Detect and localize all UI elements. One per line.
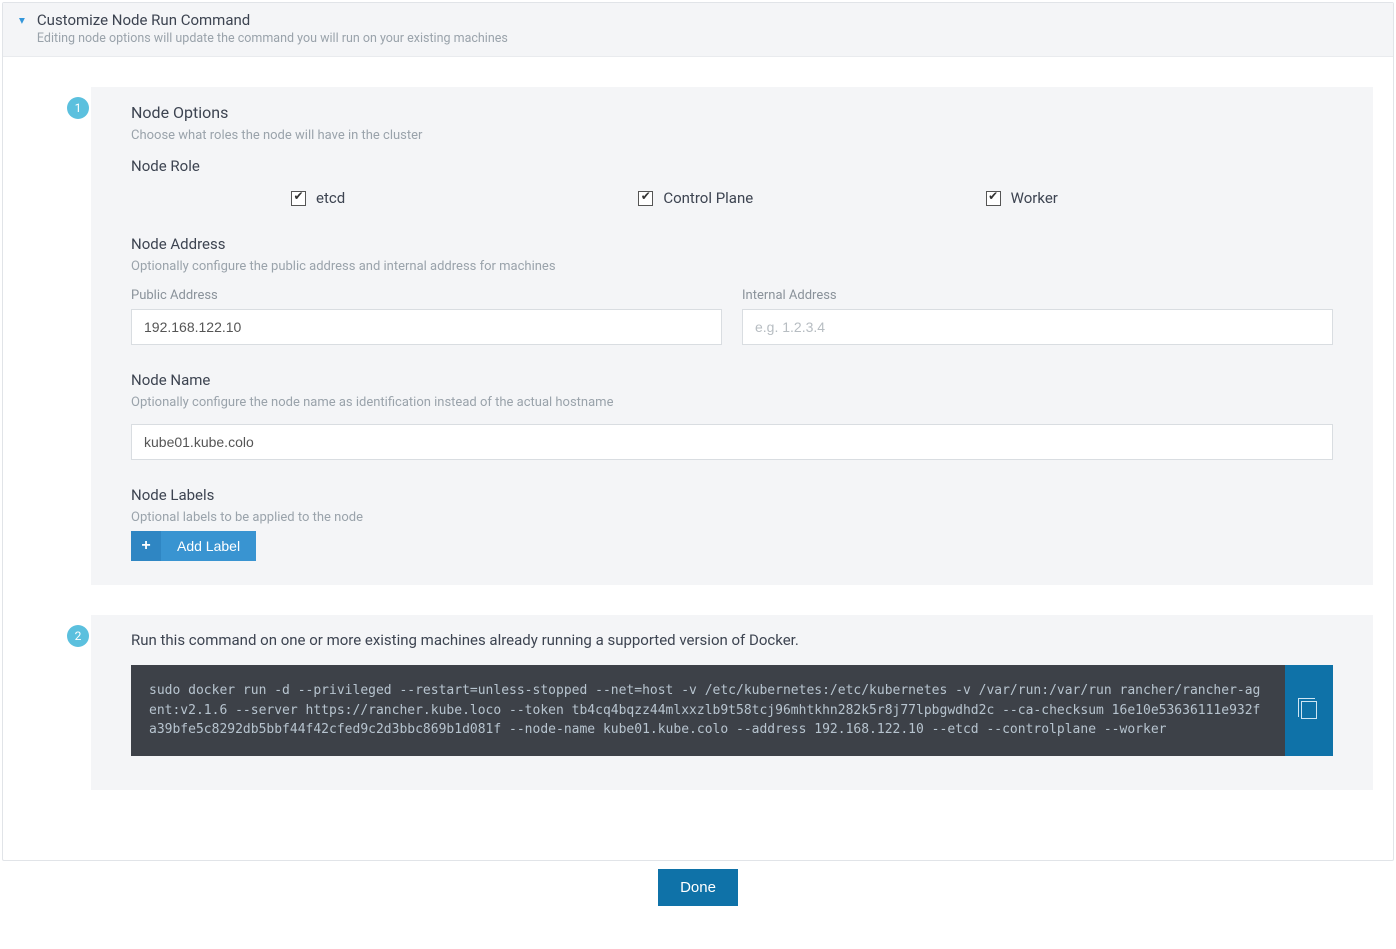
node-address-subtitle: Optionally configure the public address … [131,259,1333,274]
role-row: etcd Control Plane Worker [131,189,1333,207]
header-bar[interactable]: ▲ Customize Node Run Command Editing nod… [3,3,1393,57]
node-name-subtitle: Optionally configure the node name as id… [131,395,1333,410]
done-button[interactable]: Done [658,869,738,906]
clipboard-icon [1301,701,1317,719]
node-role-label: Node Role [131,157,1333,175]
add-label-text: Add Label [161,538,256,554]
add-label-button[interactable]: + Add Label [131,531,256,561]
internal-address-label: Internal Address [742,288,1333,303]
step-2-block: 2 Run this command on one or more existi… [91,615,1373,790]
node-name-input[interactable] [131,424,1333,460]
worker-checkbox[interactable] [986,191,1001,206]
etcd-label: etcd [316,189,345,207]
header-subtitle: Editing node options will update the com… [37,31,508,46]
run-command-instruction: Run this command on one or more existing… [131,631,1333,649]
step-1-badge: 1 [67,97,89,119]
node-options-subtitle: Choose what roles the node will have in … [131,128,1333,143]
etcd-checkbox[interactable] [291,191,306,206]
header-title: Customize Node Run Command [37,11,508,29]
node-options-title: Node Options [131,103,1333,122]
internal-address-input[interactable] [742,309,1333,345]
public-address-input[interactable] [131,309,722,345]
node-name-title: Node Name [131,371,1333,389]
node-labels-subtitle: Optional labels to be applied to the nod… [131,510,1333,525]
worker-label: Worker [1011,189,1058,207]
command-text[interactable]: sudo docker run -d --privileged --restar… [131,665,1285,756]
step-2-badge: 2 [67,625,89,647]
control-plane-label: Control Plane [663,189,753,207]
plus-icon: + [131,531,161,561]
step-1-block: 1 Node Options Choose what roles the nod… [91,87,1373,585]
node-address-title: Node Address [131,235,1333,253]
chevron-down-icon: ▲ [17,15,27,26]
node-labels-title: Node Labels [131,486,1333,504]
control-plane-checkbox[interactable] [638,191,653,206]
public-address-label: Public Address [131,288,722,303]
copy-button[interactable] [1285,665,1333,756]
